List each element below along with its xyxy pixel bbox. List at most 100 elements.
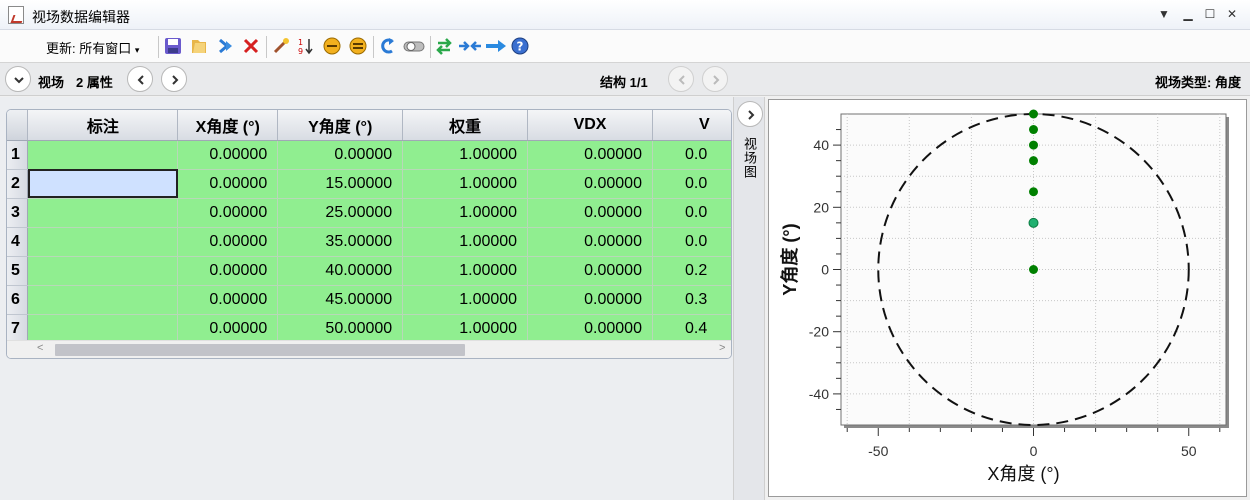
equalize-icon[interactable] xyxy=(349,37,367,55)
row-number[interactable]: 6 xyxy=(7,285,29,315)
open-folder-icon[interactable] xyxy=(190,37,208,55)
weight-cell[interactable]: 1.00000 xyxy=(402,227,529,257)
side-tab-label[interactable]: 视场图 xyxy=(740,137,759,179)
select-all-corner[interactable] xyxy=(7,110,29,141)
vdy-cell[interactable]: 0.0 xyxy=(652,140,731,170)
label-cell[interactable] xyxy=(27,314,179,342)
weight-cell[interactable]: 1.00000 xyxy=(402,140,529,170)
vdx-cell[interactable]: 0.00000 xyxy=(527,227,653,257)
vdy-cell[interactable]: 0.2 xyxy=(652,256,731,286)
label-cell[interactable] xyxy=(27,198,179,228)
row-number[interactable]: 5 xyxy=(7,256,29,286)
toggle-icon[interactable] xyxy=(403,37,425,55)
chevron-right-icon xyxy=(172,75,179,85)
column-header[interactable]: V xyxy=(652,110,731,141)
y-angle-cell[interactable]: 35.00000 xyxy=(277,227,404,257)
vdy-cell[interactable]: 0.0 xyxy=(652,198,731,228)
horizontal-scrollbar[interactable]: < > xyxy=(7,340,731,358)
column-header[interactable]: X角度 (°) xyxy=(177,110,279,141)
sort-icon[interactable]: 19 xyxy=(297,37,315,55)
dropdown-arrow-icon: ▾ xyxy=(134,45,140,55)
svg-text:1: 1 xyxy=(298,38,303,47)
structure-next-button[interactable] xyxy=(702,66,728,92)
column-header[interactable]: 标注 xyxy=(27,110,179,141)
table-row[interactable]: 1 0.00000 0.00000 1.00000 0.00000 0.0 xyxy=(7,140,731,170)
weight-cell[interactable]: 1.00000 xyxy=(402,285,529,315)
vdy-cell[interactable]: 0.0 xyxy=(652,169,731,199)
weight-cell[interactable]: 1.00000 xyxy=(402,169,529,199)
normalize-icon[interactable] xyxy=(323,37,341,55)
label-cell[interactable] xyxy=(27,256,179,286)
column-header[interactable]: Y角度 (°) xyxy=(277,110,404,141)
label-cell[interactable] xyxy=(27,140,179,170)
scroll-left-icon[interactable]: < xyxy=(37,342,43,354)
scroll-right-icon[interactable]: > xyxy=(719,342,725,354)
vdx-cell[interactable]: 0.00000 xyxy=(527,169,653,199)
column-header[interactable]: VDX xyxy=(527,110,653,141)
row-number[interactable]: 3 xyxy=(7,198,29,228)
x-angle-cell[interactable]: 0.00000 xyxy=(177,285,279,315)
table-row[interactable]: 6 0.00000 45.00000 1.00000 0.00000 0.3 xyxy=(7,285,731,315)
x-angle-cell[interactable]: 0.00000 xyxy=(177,256,279,286)
y-angle-cell[interactable]: 40.00000 xyxy=(277,256,404,286)
label-cell[interactable] xyxy=(27,227,179,257)
minimize-button[interactable]: ▁ xyxy=(1180,6,1196,22)
table-row[interactable]: 7 0.00000 50.00000 1.00000 0.00000 0.4 xyxy=(7,314,731,342)
weight-cell[interactable]: 1.00000 xyxy=(402,198,529,228)
next-button[interactable] xyxy=(161,66,187,92)
label-cell[interactable] xyxy=(27,169,179,199)
delete-icon[interactable] xyxy=(242,37,260,55)
arrow-right-icon[interactable] xyxy=(485,37,507,55)
vdy-cell[interactable]: 0.4 xyxy=(652,314,731,342)
row-number[interactable]: 7 xyxy=(7,314,29,342)
help-icon[interactable]: ? xyxy=(511,37,529,55)
y-tick-label: 0 xyxy=(821,262,829,278)
row-number[interactable]: 1 xyxy=(7,140,29,170)
vdy-cell[interactable]: 0.0 xyxy=(652,227,731,257)
vdx-cell[interactable]: 0.00000 xyxy=(527,285,653,315)
y-tick-label: -40 xyxy=(809,386,829,402)
table-row[interactable]: 2 0.00000 15.00000 1.00000 0.00000 0.0 xyxy=(7,169,731,199)
table-row[interactable]: 4 0.00000 35.00000 1.00000 0.00000 0.0 xyxy=(7,227,731,257)
y-angle-cell[interactable]: 25.00000 xyxy=(277,198,404,228)
column-header[interactable]: 权重 xyxy=(402,110,529,141)
vdx-cell[interactable]: 0.00000 xyxy=(527,198,653,228)
structure-prev-button[interactable] xyxy=(668,66,694,92)
merge-icon[interactable] xyxy=(458,37,482,55)
table-row[interactable]: 3 0.00000 25.00000 1.00000 0.00000 0.0 xyxy=(7,198,731,228)
vdx-cell[interactable]: 0.00000 xyxy=(527,314,653,342)
expand-plot-button[interactable] xyxy=(737,101,763,127)
wand-icon[interactable] xyxy=(272,37,290,55)
undo-icon[interactable] xyxy=(378,37,396,55)
y-angle-cell[interactable]: 0.00000 xyxy=(277,140,404,170)
x-angle-cell[interactable]: 0.00000 xyxy=(177,169,279,199)
field-label: 视场 xyxy=(38,75,65,90)
weight-cell[interactable]: 1.00000 xyxy=(402,314,529,342)
update-dropdown[interactable]: 更新: 所有窗口 ▾ xyxy=(46,38,139,57)
x-angle-cell[interactable]: 0.00000 xyxy=(177,198,279,228)
vdx-cell[interactable]: 0.00000 xyxy=(527,256,653,286)
insert-row-icon[interactable] xyxy=(216,37,234,55)
attribute-count: 2 属性 xyxy=(76,75,113,90)
prev-button[interactable] xyxy=(127,66,153,92)
y-angle-cell[interactable]: 45.00000 xyxy=(277,285,404,315)
label-cell[interactable] xyxy=(27,285,179,315)
y-angle-cell[interactable]: 15.00000 xyxy=(277,169,404,199)
y-angle-cell[interactable]: 50.00000 xyxy=(277,314,404,342)
maximize-button[interactable]: ☐ xyxy=(1202,6,1218,22)
x-angle-cell[interactable]: 0.00000 xyxy=(177,227,279,257)
save-icon[interactable] xyxy=(164,37,182,55)
row-number[interactable]: 4 xyxy=(7,227,29,257)
vdx-cell[interactable]: 0.00000 xyxy=(527,140,653,170)
x-angle-cell[interactable]: 0.00000 xyxy=(177,140,279,170)
row-number[interactable]: 2 xyxy=(7,169,29,199)
vdy-cell[interactable]: 0.3 xyxy=(652,285,731,315)
close-button[interactable]: ✕ xyxy=(1224,6,1240,22)
scroll-thumb[interactable] xyxy=(55,344,465,356)
swap-icon[interactable] xyxy=(435,37,453,55)
x-angle-cell[interactable]: 0.00000 xyxy=(177,314,279,342)
weight-cell[interactable]: 1.00000 xyxy=(402,256,529,286)
table-row[interactable]: 5 0.00000 40.00000 1.00000 0.00000 0.2 xyxy=(7,256,731,286)
dropdown-icon[interactable]: ▼ xyxy=(1156,6,1172,22)
collapse-button[interactable] xyxy=(5,66,31,92)
